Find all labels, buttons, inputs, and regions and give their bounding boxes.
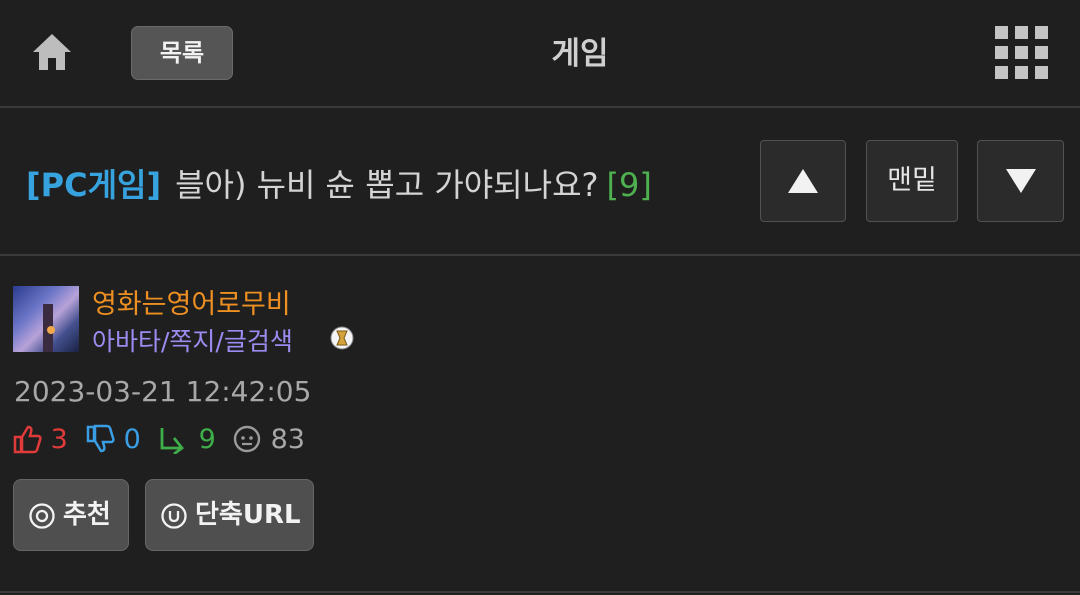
circle-u-icon xyxy=(161,503,187,529)
downvote-stat: 0 xyxy=(85,424,141,455)
avatar-glow-shape xyxy=(47,326,55,334)
avatar[interactable] xyxy=(13,286,79,352)
grid-menu-icon[interactable] xyxy=(995,26,1048,79)
post-category[interactable]: [PC게임] xyxy=(26,166,161,204)
thumbs-up-icon xyxy=(13,425,42,454)
author-nickname[interactable]: 영화는영어로무비 xyxy=(92,282,291,321)
home-icon[interactable] xyxy=(31,32,73,72)
post-title-text: 블아) 뉴비 슌 뽑고 가야되나요? xyxy=(175,166,599,204)
post-datetime: 2023-03-21 12:42:05 xyxy=(14,375,312,408)
upvote-count: 3 xyxy=(50,424,68,455)
view-count: 83 xyxy=(270,424,305,455)
reply-arrow-icon xyxy=(160,428,184,456)
post-title[interactable]: [PC게임] 블아) 뉴비 슌 뽑고 가야되나요? [9] xyxy=(26,160,652,206)
top-bar: 목록 게임 xyxy=(0,0,1080,108)
view-face-icon xyxy=(233,425,261,453)
level-badge-icon xyxy=(330,326,354,350)
short-url-button[interactable]: 단축URL xyxy=(145,479,314,551)
recommend-label: 추천 xyxy=(63,500,111,530)
list-button[interactable]: 목록 xyxy=(131,26,233,80)
views-stat: 83 xyxy=(232,424,305,455)
scroll-up-button[interactable] xyxy=(760,140,846,222)
author-links[interactable]: 아바타/쪽지/글검색 xyxy=(92,322,293,358)
post-title-bar: [PC게임] 블아) 뉴비 슌 뽑고 가야되나요? [9] 맨밑 xyxy=(0,108,1080,256)
circle-o-icon xyxy=(29,503,55,529)
recommend-button[interactable]: 추천 xyxy=(13,479,129,551)
upvote-stat: 3 xyxy=(12,424,68,455)
go-bottom-button[interactable]: 맨밑 xyxy=(866,140,958,222)
triangle-down-icon xyxy=(1005,169,1036,193)
comment-count[interactable]: [9] xyxy=(607,166,652,204)
reply-count: 9 xyxy=(198,424,216,455)
page-title: 게임 xyxy=(551,36,609,72)
short-url-label: 단축URL xyxy=(195,500,301,530)
reply-stat: 9 xyxy=(158,424,216,456)
scroll-down-button[interactable] xyxy=(977,140,1064,222)
thumbs-down-icon xyxy=(86,424,115,453)
bottom-divider xyxy=(0,591,1080,593)
downvote-count: 0 xyxy=(123,424,141,455)
triangle-up-icon xyxy=(788,169,818,193)
